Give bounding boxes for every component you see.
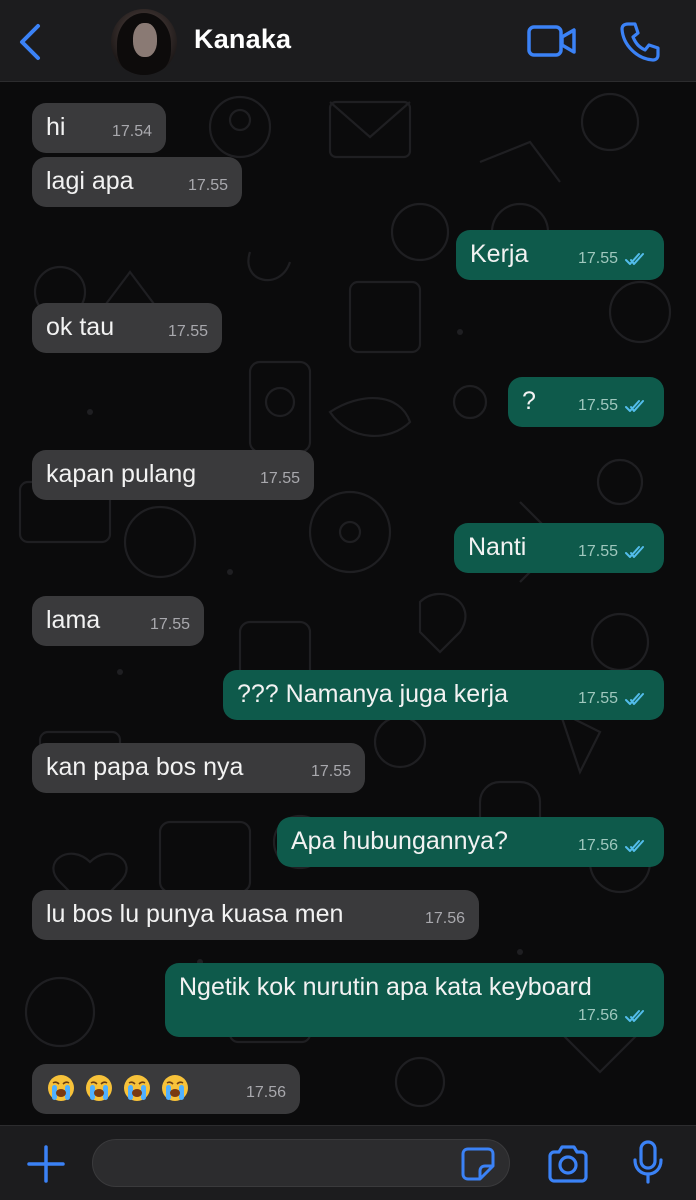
video-camera-icon: [527, 25, 576, 57]
incoming-message[interactable]: ok tau 17.55: [32, 303, 222, 353]
message-timestamp: 17.55: [577, 250, 618, 267]
message-text: hi: [46, 113, 66, 141]
outgoing-message[interactable]: ? 17.55: [508, 377, 664, 427]
sticker-icon: [461, 1147, 495, 1181]
message-text: [46, 1073, 198, 1103]
incoming-message[interactable]: kan papa bos nya 17.55: [32, 743, 365, 793]
message-timestamp: 17.55: [577, 543, 618, 560]
message-timestamp: 17.55: [149, 616, 190, 633]
chat-area[interactable]: hi 17.54 lagi apa 17.55 Kerja 17.55 ok tau 17.5…: [0, 82, 696, 1125]
message-timestamp: 17.55: [187, 177, 228, 194]
loudly-crying-face-icon: [48, 1075, 74, 1102]
microphone-button[interactable]: [632, 1140, 664, 1186]
message-text: Apa hubungannya?: [291, 827, 508, 855]
read-ticks-icon: [625, 546, 644, 558]
voice-call-button[interactable]: [618, 20, 662, 64]
incoming-message[interactable]: hi 17.54: [32, 103, 166, 153]
video-call-button[interactable]: [526, 22, 578, 60]
incoming-message[interactable]: lu bos lu punya kuasa men 17.56: [32, 890, 479, 940]
message-timestamp: 17.56: [424, 910, 465, 927]
avatar[interactable]: [111, 9, 177, 75]
chat-header: Kanaka: [0, 0, 696, 82]
message-text: ??? Namanya juga kerja: [237, 680, 508, 708]
message-text: ok tau: [46, 313, 115, 341]
loudly-crying-face-icon: [86, 1075, 112, 1102]
message-text: lagi apa: [46, 167, 134, 195]
message-text: lu bos lu punya kuasa men: [46, 900, 344, 928]
loudly-crying-face-icon: [124, 1075, 150, 1102]
message-timestamp: 17.55: [167, 323, 208, 340]
message-timestamp: 17.56: [577, 837, 618, 854]
incoming-message[interactable]: kapan pulang 17.55: [32, 450, 314, 500]
message-timestamp: 17.55: [310, 763, 351, 780]
camera-button[interactable]: [546, 1144, 590, 1184]
message-timestamp: 17.56: [245, 1084, 286, 1101]
outgoing-message[interactable]: Kerja 17.55: [456, 230, 664, 280]
incoming-message[interactable]: 17.56: [32, 1064, 300, 1114]
phone-icon: [620, 22, 660, 62]
camera-icon: [548, 1145, 588, 1183]
outgoing-message[interactable]: Nanti 17.55: [454, 523, 664, 573]
message-text: kapan pulang: [46, 460, 197, 488]
back-button[interactable]: [10, 18, 50, 66]
message-timestamp: 17.55: [577, 690, 618, 707]
message-text: lama: [46, 606, 101, 634]
read-ticks-icon: [625, 400, 644, 412]
message-timestamp: 17.54: [111, 123, 152, 140]
incoming-message[interactable]: lama 17.55: [32, 596, 204, 646]
read-ticks-icon: [625, 693, 644, 705]
chevron-left-icon: [20, 24, 40, 60]
message-text: kan papa bos nya: [46, 753, 244, 781]
loudly-crying-face-icon: [162, 1075, 188, 1102]
read-ticks-icon: [625, 253, 644, 265]
message-input[interactable]: [92, 1139, 510, 1187]
outgoing-message[interactable]: ??? Namanya juga kerja 17.55: [223, 670, 664, 720]
outgoing-message[interactable]: Apa hubungannya? 17.56: [277, 817, 664, 867]
microphone-icon: [633, 1140, 663, 1184]
message-text: Ngetik kok nurutin apa kata keyboard: [179, 973, 592, 1001]
read-ticks-icon: [625, 840, 644, 852]
message-text: Kerja: [470, 240, 529, 268]
incoming-message[interactable]: lagi apa 17.55: [32, 157, 242, 207]
message-timestamp: 17.55: [577, 397, 618, 414]
attach-button[interactable]: [26, 1144, 66, 1184]
read-ticks-icon: [625, 1010, 644, 1022]
plus-icon: [27, 1145, 65, 1183]
message-text: ?: [522, 387, 536, 415]
message-timestamp: 17.55: [259, 470, 300, 487]
contact-name[interactable]: Kanaka: [194, 24, 291, 55]
message-text: Nanti: [468, 533, 527, 561]
message-timestamp: 17.56: [577, 1007, 618, 1024]
composer-bar: [0, 1125, 696, 1200]
outgoing-message[interactable]: Ngetik kok nurutin apa kata keyboard 17.5…: [165, 963, 664, 1037]
sticker-button[interactable]: [460, 1146, 496, 1182]
